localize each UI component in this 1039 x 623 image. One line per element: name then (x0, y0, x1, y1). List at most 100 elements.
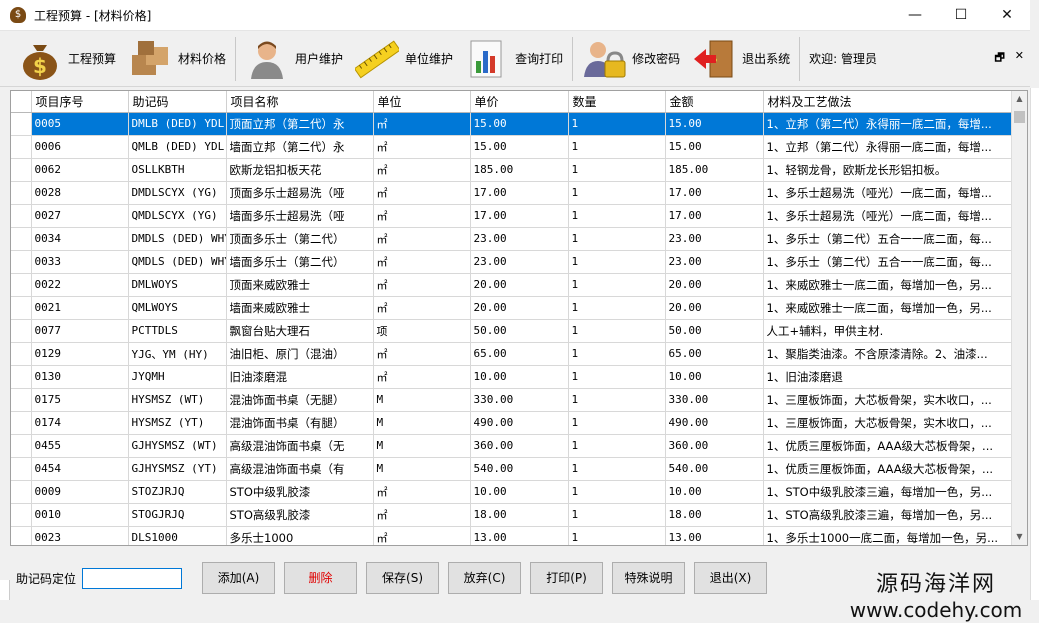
table-cell[interactable]: 顶面立邦（第二代）永 (226, 112, 374, 136)
maximize-button[interactable]: ☐ (938, 0, 984, 31)
table-cell[interactable]: 1 (568, 296, 666, 320)
table-cell[interactable]: M (373, 434, 471, 458)
table-cell[interactable]: 高级混油饰面书桌（有 (226, 457, 374, 481)
table-cell[interactable]: 0455 (31, 434, 129, 458)
table-cell[interactable]: 18.00 (470, 503, 569, 527)
table-cell[interactable]: 1、多乐士（第二代）五合一一底二面，每... (763, 250, 1014, 274)
table-cell[interactable]: 490.00 (665, 411, 764, 435)
row-header[interactable] (11, 158, 32, 182)
add-button[interactable]: 添加(A) (202, 562, 276, 594)
table-cell[interactable]: 0005 (31, 112, 129, 136)
table-cell[interactable]: 330.00 (470, 388, 569, 412)
row-header[interactable] (11, 296, 32, 320)
table-cell[interactable]: 23.00 (665, 250, 764, 274)
table-cell[interactable]: 0130 (31, 365, 129, 389)
mdi-close-button[interactable]: ✕ (1015, 49, 1024, 68)
table-row[interactable]: 0175 HYSMSZ (WT) 混油饰面书桌（无腿） M 330.00 1 330.00 1… (11, 388, 1014, 412)
table-cell[interactable]: 0033 (31, 250, 129, 274)
table-cell[interactable]: 1、STO中级乳胶漆三遍，每增加一色，另... (763, 480, 1014, 504)
table-cell[interactable]: 23.00 (470, 227, 569, 251)
row-header[interactable] (11, 480, 32, 504)
table-cell[interactable]: ㎡ (373, 503, 471, 527)
table-cell[interactable]: M (373, 388, 471, 412)
table-cell[interactable]: DLS1000 (128, 526, 227, 545)
table-cell[interactable]: 墙面多乐士超易洗（哑 (226, 204, 374, 228)
table-row[interactable]: 0130 JYQMH 旧油漆磨混㎡ 10.00 1 10.00 1、旧油漆磨退 (11, 365, 1014, 389)
table-cell[interactable]: ㎡ (373, 273, 471, 297)
table-cell[interactable]: 项 (373, 319, 471, 343)
table-cell[interactable]: 人工+辅料，甲供主材. (763, 319, 1014, 343)
table-cell[interactable]: 1 (568, 204, 666, 228)
table-cell[interactable]: 欧斯龙铝扣板天花 (226, 158, 374, 182)
table-row[interactable]: 0022 DMLWOYS 顶面来威欧雅士㎡ 20.00 1 20.00 1、来威欧雅士一底二… (11, 273, 1014, 297)
table-cell[interactable]: 0023 (31, 526, 129, 545)
table-cell[interactable]: ㎡ (373, 204, 471, 228)
exit-button[interactable]: 退出(X) (694, 562, 768, 594)
table-cell[interactable]: ㎡ (373, 250, 471, 274)
table-cell[interactable]: 旧油漆磨混 (226, 365, 374, 389)
table-cell[interactable]: 墙面立邦（第二代）永 (226, 135, 374, 159)
table-cell[interactable]: JYQMH (128, 365, 227, 389)
column-header[interactable]: 项目序号 (31, 91, 129, 113)
table-cell[interactable]: OSLLKBTH (128, 158, 227, 182)
table-cell[interactable]: STOGJRJQ (128, 503, 227, 527)
table-cell[interactable]: 13.00 (470, 526, 569, 545)
table-cell[interactable]: 1、STO高级乳胶漆三遍，每增加一色，另... (763, 503, 1014, 527)
close-button[interactable]: ✕ (984, 0, 1030, 31)
table-cell[interactable]: 顶面来威欧雅士 (226, 273, 374, 297)
table-cell[interactable]: ㎡ (373, 158, 471, 182)
table-cell[interactable]: 1、来威欧雅士一底二面，每增加一色，另... (763, 273, 1014, 297)
special-note-button[interactable]: 特殊说明 (612, 562, 686, 594)
table-cell[interactable]: 540.00 (665, 457, 764, 481)
table-cell[interactable]: 1 (568, 388, 666, 412)
table-cell[interactable]: 1 (568, 319, 666, 343)
column-header[interactable]: 数量 (568, 91, 666, 113)
table-cell[interactable]: 1、三厘板饰面，大芯板骨架，实木收口，... (763, 411, 1014, 435)
table-cell[interactable]: 1 (568, 181, 666, 205)
table-cell[interactable]: 20.00 (470, 273, 569, 297)
toolbar-exit-system-button[interactable]: 退出系统 (686, 33, 796, 85)
table-row[interactable]: 0033 QMDLS (DED) WHY 墙面多乐士（第二代）㎡ 23.00 1 23.0… (11, 250, 1014, 274)
table-cell[interactable]: ㎡ (373, 135, 471, 159)
table-cell[interactable]: 0021 (31, 296, 129, 320)
table-cell[interactable]: 10.00 (470, 480, 569, 504)
table-cell[interactable]: ㎡ (373, 480, 471, 504)
table-cell[interactable]: 1、聚脂类油漆。不含原漆清除。2、油漆... (763, 342, 1014, 366)
table-cell[interactable]: 20.00 (470, 296, 569, 320)
scroll-down-icon[interactable]: ▼ (1012, 529, 1027, 545)
table-cell[interactable]: QMLB (DED) YDL (128, 135, 227, 159)
table-cell[interactable]: 1 (568, 112, 666, 136)
toolbar-unit-maintenance-button[interactable]: 单位维护 (349, 33, 459, 85)
table-row[interactable]: 0010 STOGJRJQ STO高级乳胶漆㎡ 18.00 1 18.00 1、STO高级乳… (11, 503, 1014, 527)
table-cell[interactable]: 1、多乐士1000一底二面，每增加一色，另... (763, 526, 1014, 545)
table-cell[interactable]: 540.00 (470, 457, 569, 481)
table-cell[interactable]: 18.00 (665, 503, 764, 527)
table-cell[interactable]: 1 (568, 526, 666, 545)
table-cell[interactable]: 0027 (31, 204, 129, 228)
delete-button[interactable]: 删除 (284, 562, 358, 594)
table-cell[interactable]: 1 (568, 342, 666, 366)
table-cell[interactable]: 1、旧油漆磨退 (763, 365, 1014, 389)
table-cell[interactable]: M (373, 411, 471, 435)
table-cell[interactable]: 1、多乐士超易洗（哑光）一底二面，每增... (763, 181, 1014, 205)
table-cell[interactable]: 17.00 (665, 181, 764, 205)
table-cell[interactable]: 1 (568, 158, 666, 182)
table-cell[interactable]: 1 (568, 250, 666, 274)
toolbar-user-maintenance-button[interactable]: 用户维护 (239, 33, 349, 85)
table-cell[interactable]: 23.00 (470, 250, 569, 274)
table-cell[interactable]: 高级混油饰面书桌（无 (226, 434, 374, 458)
row-header[interactable] (11, 181, 32, 205)
toolbar-budget-button[interactable]: $ 工程预算 (12, 33, 122, 85)
table-cell[interactable]: 0129 (31, 342, 129, 366)
table-cell[interactable]: 15.00 (470, 112, 569, 136)
table-cell[interactable]: 混油饰面书桌（有腿） (226, 411, 374, 435)
table-row[interactable]: 0034 DMDLS (DED) WHY 顶面多乐士（第二代）㎡ 23.00 1 23.0… (11, 227, 1014, 251)
table-cell[interactable]: 1、优质三厘板饰面，AAA级大芯板骨架，... (763, 457, 1014, 481)
column-header[interactable]: 金额 (665, 91, 764, 113)
row-header[interactable] (11, 342, 32, 366)
table-cell[interactable]: 1 (568, 480, 666, 504)
row-header[interactable] (11, 204, 32, 228)
row-header[interactable] (11, 250, 32, 274)
toolbar-query-print-button[interactable]: 查询打印 (459, 33, 569, 85)
row-header[interactable] (11, 365, 32, 389)
